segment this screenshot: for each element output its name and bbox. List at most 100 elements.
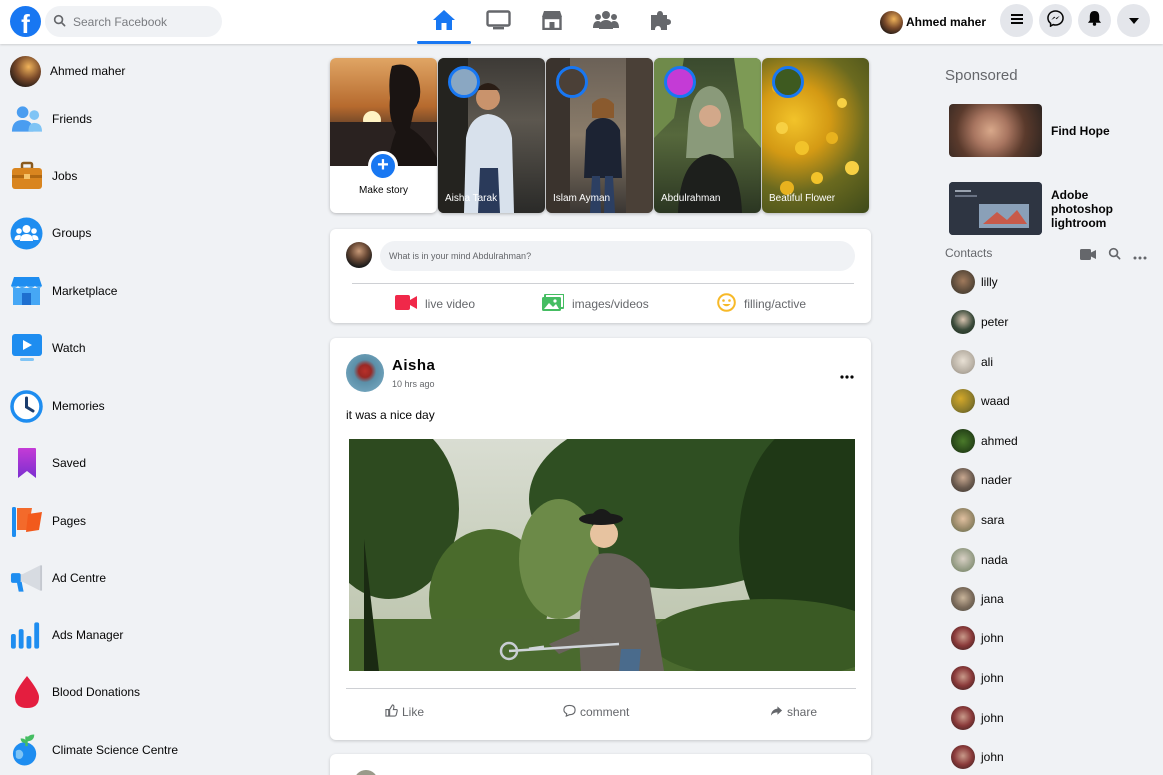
sidebar-item-label: Marketplace: [52, 284, 118, 298]
sidebar-item-label: Blood Donations: [52, 685, 141, 699]
sidebar-item-groups[interactable]: Groups: [10, 213, 91, 253]
contact-name: john: [981, 711, 1004, 725]
story-card[interactable]: Islam Ayman: [546, 58, 653, 213]
contact-item[interactable]: john: [951, 666, 1004, 690]
story-card[interactable]: Abdulrahman: [654, 58, 761, 213]
action-label: comment: [580, 705, 630, 719]
images-videos-button[interactable]: images/videos: [542, 293, 649, 313]
contact-item[interactable]: lilly: [951, 270, 998, 294]
contact-item[interactable]: john: [951, 745, 1004, 769]
search-bar[interactable]: [45, 6, 222, 37]
account-menu-button[interactable]: [1117, 4, 1150, 37]
sidebar-item-label: Ahmed maher: [50, 64, 126, 78]
avatar: [346, 242, 372, 268]
make-story-label: Make story: [359, 185, 408, 196]
contact-item[interactable]: ahmed: [951, 429, 1018, 453]
tab-marketplace[interactable]: [525, 0, 579, 44]
sponsored-ad[interactable]: Find Hope: [949, 104, 1131, 157]
post-timestamp[interactable]: 10 hrs ago: [392, 379, 435, 389]
briefcase-icon: [10, 160, 43, 193]
live-video-button[interactable]: live video: [395, 295, 475, 313]
comment-button[interactable]: comment: [563, 704, 629, 720]
composer-divider: [352, 283, 854, 284]
contact-name: lilly: [981, 275, 998, 289]
sidebar-item-ads-manager[interactable]: Ads Manager: [10, 615, 123, 655]
blood-drop-icon: [10, 676, 43, 709]
groups-icon: [10, 217, 43, 250]
contact-item[interactable]: john: [951, 706, 1004, 730]
avatar[interactable]: [346, 354, 384, 392]
avatar: [951, 666, 975, 690]
add-story-plus-icon: +: [368, 151, 398, 181]
share-button[interactable]: share: [770, 704, 817, 720]
sidebar-item-label: Ads Manager: [52, 628, 124, 642]
make-story-card[interactable]: + Make story: [330, 58, 437, 213]
story-name: Islam Ayman: [553, 193, 611, 204]
sidebar-item-ad-centre[interactable]: Ad Centre: [10, 558, 106, 598]
sidebar-item-friends[interactable]: Friends: [10, 99, 92, 139]
sidebar-item-memories[interactable]: Memories: [10, 386, 105, 426]
notifications-button[interactable]: [1078, 4, 1111, 37]
contact-item[interactable]: waad: [951, 389, 1010, 413]
contact-item[interactable]: john: [951, 626, 1004, 650]
post-caption: it was a nice day: [346, 408, 435, 422]
profile-chip[interactable]: Ahmed maher: [880, 10, 986, 34]
facebook-logo[interactable]: f: [10, 6, 41, 37]
sidebar-item-blood-donations[interactable]: Blood Donations: [10, 672, 140, 712]
more-options-icon[interactable]: [1133, 247, 1147, 265]
tab-watch[interactable]: [471, 0, 525, 44]
bell-icon: [1087, 10, 1102, 31]
contact-item[interactable]: sara: [951, 508, 1004, 532]
sidebar-item-profile[interactable]: Ahmed maher: [10, 51, 125, 91]
story-name: Beatiful Flower: [769, 193, 836, 204]
like-button[interactable]: Like: [385, 704, 424, 720]
sidebar-item-watch[interactable]: Watch: [10, 328, 86, 368]
ad-title: Find Hope: [1051, 123, 1110, 138]
sponsored-heading: Sponsored: [945, 67, 1018, 84]
contact-item[interactable]: ali: [951, 350, 993, 374]
search-input[interactable]: [73, 6, 213, 37]
messenger-button[interactable]: [1039, 4, 1072, 37]
contacts-heading: Contacts: [945, 246, 993, 260]
tab-home[interactable]: [417, 0, 471, 44]
status-input[interactable]: [380, 241, 855, 271]
sidebar-item-climate-science[interactable]: Climate Science Centre: [10, 730, 178, 770]
menu-button[interactable]: [1000, 4, 1033, 37]
sidebar-item-label: Groups: [52, 226, 92, 240]
video-camera-icon: [395, 295, 417, 313]
store-icon: [541, 10, 563, 35]
contact-name: nada: [981, 553, 1008, 567]
contact-item[interactable]: peter: [951, 310, 1008, 334]
tab-gaming[interactable]: [633, 0, 687, 44]
sidebar-item-label: Climate Science Centre: [52, 743, 179, 757]
sponsored-ad[interactable]: Adobe photoshop lightroom: [949, 182, 1131, 235]
avatar: [951, 429, 975, 453]
contact-name: nader: [981, 473, 1012, 487]
post-image[interactable]: [349, 439, 855, 671]
contact-item[interactable]: nader: [951, 468, 1012, 492]
avatar: [951, 706, 975, 730]
sidebar-item-saved[interactable]: Saved: [10, 443, 86, 483]
post-author[interactable]: Aisha: [392, 357, 435, 374]
avatar: [951, 745, 975, 769]
feeling-activity-button[interactable]: filling/active: [717, 293, 806, 313]
contact-name: jana: [981, 592, 1004, 606]
avatar: [951, 548, 975, 572]
search-contacts-icon[interactable]: [1108, 247, 1121, 265]
sidebar-item-marketplace[interactable]: Marketplace: [10, 271, 117, 311]
flag-icon: [10, 505, 43, 538]
story-card[interactable]: Aisha Tarak: [438, 58, 545, 213]
sidebar-item-jobs[interactable]: Jobs: [10, 156, 77, 196]
story-avatar-ring: [556, 66, 588, 98]
action-label: live video: [425, 297, 476, 311]
ad-thumbnail: [949, 182, 1042, 235]
sidebar-item-label: Ad Centre: [52, 571, 107, 585]
more-options-icon[interactable]: [840, 366, 854, 384]
sidebar-item-pages[interactable]: Pages: [10, 501, 86, 541]
video-call-icon[interactable]: [1080, 247, 1096, 265]
contact-item[interactable]: nada: [951, 548, 1008, 572]
tab-groups[interactable]: [579, 0, 633, 44]
avatar: [951, 270, 975, 294]
story-card[interactable]: Beatiful Flower: [762, 58, 869, 213]
contact-item[interactable]: jana: [951, 587, 1004, 611]
